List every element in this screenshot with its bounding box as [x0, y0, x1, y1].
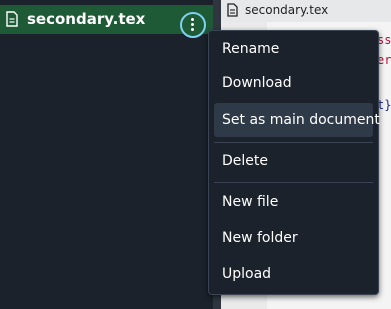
menu-item-set-main-document[interactable]: Set as main document: [214, 103, 380, 137]
menu-item-new-file[interactable]: New file: [214, 185, 373, 219]
menu-item-delete[interactable]: Delete: [214, 144, 373, 178]
file-menu-button[interactable]: [180, 12, 206, 38]
app-root: secondary.tex secondary.tex ss er t} Ren…: [0, 0, 391, 309]
file-context-menu: Rename Download Set as main document Del…: [208, 30, 380, 295]
menu-separator: [214, 182, 373, 183]
editor-tab-label: secondary.tex: [245, 3, 329, 17]
menu-item-upload[interactable]: Upload: [214, 257, 373, 291]
menu-item-new-folder[interactable]: New folder: [214, 221, 373, 255]
more-vertical-icon: [191, 18, 195, 32]
code-fragment: ss: [377, 33, 391, 47]
document-icon: [227, 3, 238, 17]
file-tree-panel: secondary.tex: [0, 0, 213, 309]
editor-tab[interactable]: secondary.tex: [221, 0, 391, 22]
menu-item-download[interactable]: Download: [214, 66, 373, 100]
file-tree-item-selected[interactable]: secondary.tex: [0, 5, 213, 38]
code-fragment: er: [377, 53, 391, 67]
file-name-label: secondary.tex: [27, 10, 146, 28]
menu-item-rename[interactable]: Rename: [214, 32, 373, 66]
document-icon: [6, 11, 18, 27]
menu-separator: [214, 142, 373, 143]
